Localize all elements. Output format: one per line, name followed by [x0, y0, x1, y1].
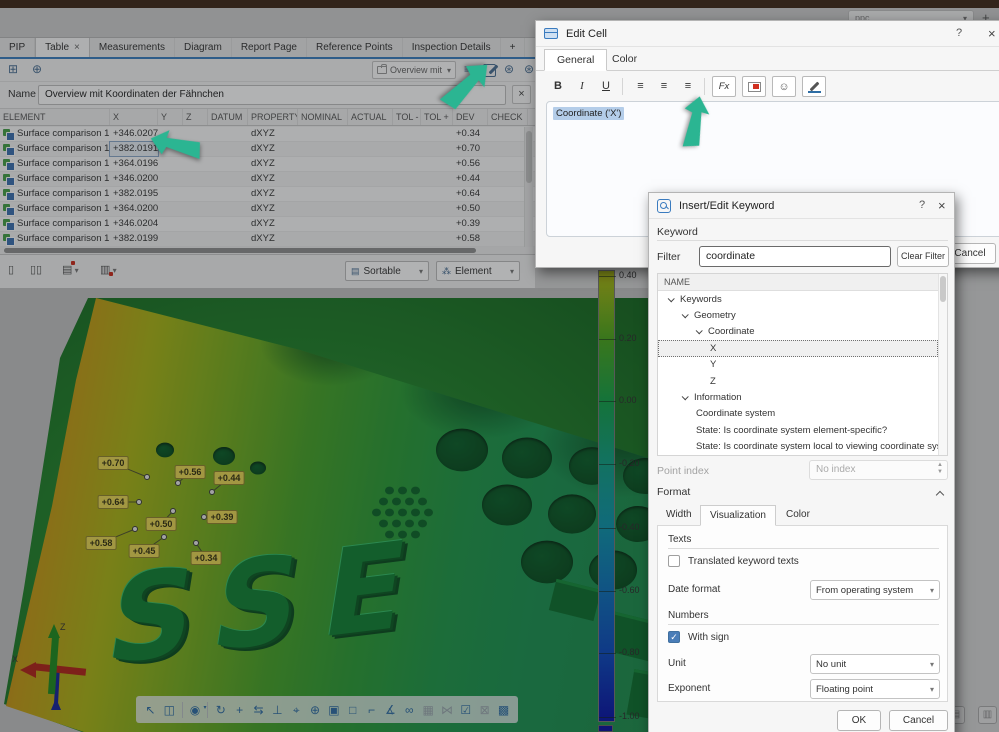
tree-rows: Keywords Geometry Coordinate XYZ Information…: [658, 291, 938, 455]
app-screen: ppc ▾ + SSE X Z ↖◫◉▾↻+⇆⊥⌖⊕▣□⌐∡∞: [0, 0, 999, 732]
dialog-title: Edit Cell: [566, 28, 607, 40]
italic-button[interactable]: I: [570, 76, 594, 97]
date-format-value: From operating system: [816, 585, 913, 596]
translated-keyword-texts-checkbox[interactable]: [668, 555, 680, 567]
unit-label: Unit: [668, 658, 686, 669]
align-center-icon[interactable]: ≡: [652, 76, 676, 97]
expander-icon[interactable]: [682, 311, 689, 318]
tree-item-state-is-coordinate-system-element[interactable]: State: Is coordinate system element-spec…: [658, 422, 938, 438]
visualization-group-box: Texts Translated keyword texts Date form…: [657, 525, 948, 702]
section-divider: [657, 240, 948, 241]
exponent-label: Exponent: [668, 683, 710, 694]
tree-header-name[interactable]: NAME: [658, 274, 938, 291]
date-format-dropdown[interactable]: From operating system ▾: [810, 580, 940, 600]
unit-dropdown[interactable]: No unit ▾: [810, 654, 940, 674]
dialog-title: Insert/Edit Keyword: [679, 200, 774, 212]
tab-color[interactable]: Color: [600, 49, 649, 71]
bold-button[interactable]: B: [546, 76, 570, 97]
chevron-down-icon: ▾: [930, 685, 934, 694]
pen-icon: [808, 81, 821, 93]
tree-item-label: Coordinate: [708, 326, 754, 337]
expander-icon[interactable]: [668, 295, 675, 302]
dialog-title-bar[interactable]: Edit Cell: [536, 21, 999, 47]
filter-input[interactable]: coordinate: [699, 246, 891, 267]
tree-item-x[interactable]: X: [658, 340, 938, 356]
toolbar-separator: [704, 78, 705, 95]
tree-item-geometry[interactable]: Geometry: [658, 307, 938, 323]
tree-item-y[interactable]: Y: [658, 357, 938, 373]
tree-item-coordinate-system[interactable]: Coordinate system: [658, 406, 938, 422]
numbers-label: Numbers: [668, 610, 709, 621]
scrollbar-thumb[interactable]: [940, 276, 946, 302]
ok-button[interactable]: OK: [837, 710, 881, 731]
divider: [668, 548, 939, 549]
point-index-spinner[interactable]: No index ▲▼: [809, 460, 948, 480]
tree-item-keywords[interactable]: Keywords: [658, 291, 938, 307]
unit-value: No unit: [816, 659, 846, 670]
expander-icon[interactable]: [682, 393, 689, 400]
tab-general[interactable]: General: [544, 49, 607, 71]
point-index-value: No index: [816, 464, 855, 475]
tab-visualization[interactable]: Visualization: [700, 505, 776, 526]
tree-item-label: Coordinate system: [696, 408, 775, 419]
chevron-down-icon: ▾: [930, 660, 934, 669]
tab-width[interactable]: Width: [657, 505, 701, 526]
insert-keyword-fx-button[interactable]: Fx: [712, 76, 736, 97]
date-format-label: Date format: [668, 584, 720, 595]
collapse-chevron-icon[interactable]: [936, 491, 944, 499]
close-button[interactable]: ×: [988, 26, 996, 41]
magnifier-icon: [657, 199, 671, 213]
format-pen-button[interactable]: [802, 76, 826, 97]
tree-item-state-is-coordinate-system-local-t[interactable]: State: Is coordinate system local to vie…: [658, 439, 938, 455]
keyword-section-label: Keyword: [657, 226, 698, 238]
help-button[interactable]: ?: [919, 199, 925, 211]
tree-item-label: Information: [694, 392, 742, 403]
with-sign-label: With sign: [688, 632, 729, 643]
tree-item-z[interactable]: Z: [658, 373, 938, 389]
filter-label: Filter: [657, 251, 680, 263]
keyword-token[interactable]: Coordinate ('X'): [553, 107, 624, 120]
expander-icon[interactable]: [696, 328, 703, 335]
exponent-value: Floating point: [816, 684, 873, 695]
keyword-tree: NAME Keywords Geometry Coordinate XYZ Inform…: [657, 273, 948, 456]
tab-color[interactable]: Color: [777, 505, 819, 526]
image-icon: [748, 82, 761, 92]
tree-item-label: Z: [710, 376, 716, 387]
tree-item-label: X: [710, 343, 716, 354]
close-button[interactable]: ×: [938, 198, 946, 213]
tree-item-label: State: Is coordinate system element-spec…: [696, 425, 887, 436]
align-left-icon[interactable]: ≡: [628, 76, 652, 97]
underline-button[interactable]: U: [594, 76, 618, 97]
dialog-title-bar[interactable]: Insert/Edit Keyword: [649, 193, 954, 219]
format-section-label: Format: [657, 486, 690, 498]
tree-item-label: State: Is coordinate system local to vie…: [696, 441, 938, 452]
insert-image-button[interactable]: [742, 76, 766, 97]
texts-label: Texts: [668, 534, 691, 545]
cancel-button[interactable]: Cancel: [889, 710, 948, 731]
tree-item-label: Geometry: [694, 310, 736, 321]
point-index-label: Point index: [657, 465, 709, 477]
chevron-down-icon: ▾: [930, 586, 934, 595]
with-sign-checkbox[interactable]: [668, 631, 680, 643]
tree-item-label: Y: [710, 359, 716, 370]
toolbar-separator: [622, 78, 623, 95]
cell-icon: [544, 28, 558, 39]
insert-symbol-button[interactable]: ☺: [772, 76, 796, 97]
divider: [668, 624, 939, 625]
tree-item-label: Keywords: [680, 294, 722, 305]
exponent-dropdown[interactable]: Floating point ▾: [810, 679, 940, 699]
insert-edit-keyword-dialog: Insert/Edit Keyword ? × Keyword Filter c…: [648, 192, 955, 732]
tree-item-information[interactable]: Information: [658, 389, 938, 405]
clear-filter-button[interactable]: Clear Filter: [897, 246, 949, 267]
translated-keyword-texts-label: Translated keyword texts: [688, 556, 799, 567]
help-button[interactable]: ?: [956, 27, 962, 39]
tree-scrollbar[interactable]: [938, 274, 947, 455]
spinner-arrows-icon[interactable]: ▲▼: [937, 462, 943, 476]
tree-item-coordinate[interactable]: Coordinate: [658, 324, 938, 340]
